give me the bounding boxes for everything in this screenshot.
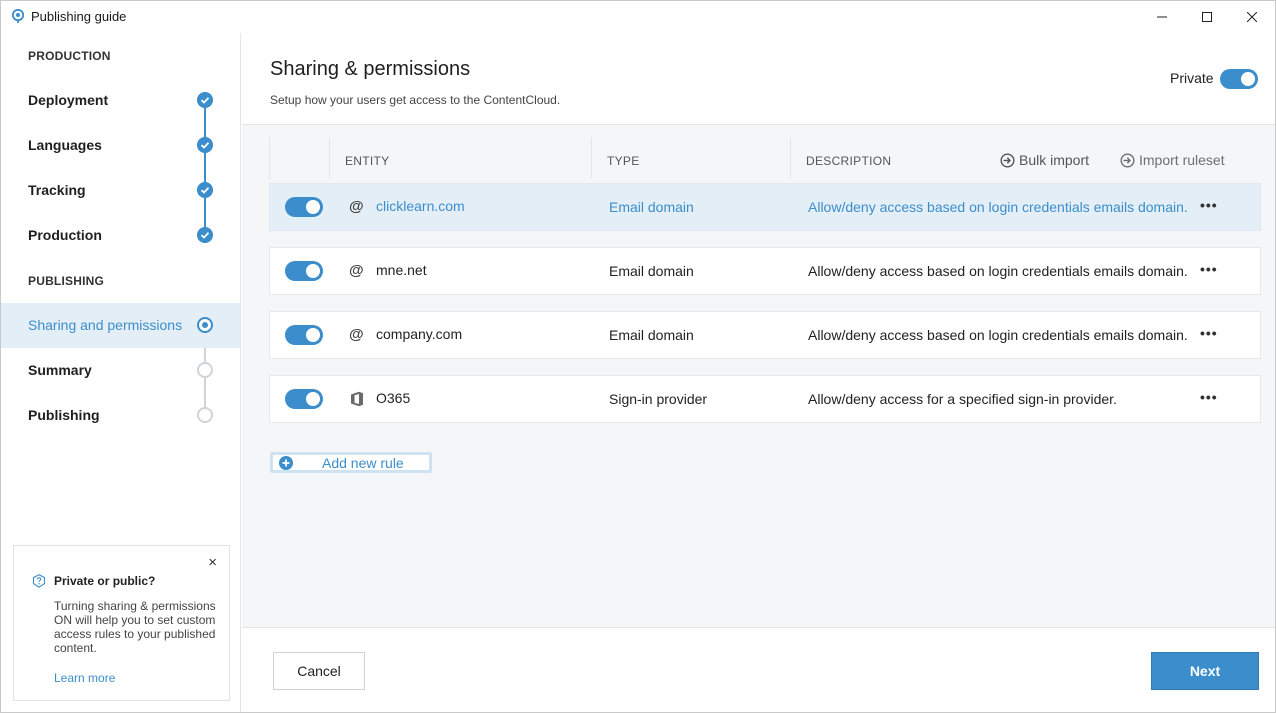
title-bar: Publishing guide (1, 1, 1275, 33)
section-label-publishing: PUBLISHING (28, 274, 105, 288)
more-options-icon[interactable]: ••• (1200, 389, 1218, 405)
rule-enabled-toggle[interactable] (285, 389, 323, 409)
next-button[interactable]: Next (1151, 652, 1259, 690)
at-icon: @ (349, 198, 364, 215)
import-icon (1120, 152, 1135, 168)
steps-sidebar: PRODUCTION Deployment Languages Tracking… (1, 33, 241, 712)
step-label: Sharing and permissions (28, 317, 183, 333)
import-ruleset-label: Import ruleset (1139, 152, 1225, 168)
page-title: Sharing & permissions (270, 58, 471, 80)
step-label: Production (28, 227, 102, 243)
app-logo-icon (11, 9, 25, 23)
help-shield-icon (32, 574, 46, 588)
current-step-icon (197, 317, 213, 333)
table-row[interactable]: O365 Sign-in provider Allow/deny access … (269, 375, 1261, 423)
step-production[interactable]: Production (1, 213, 240, 258)
add-new-rule-label: Add new rule (322, 455, 404, 471)
check-circle-icon (197, 137, 213, 153)
rule-description: Allow/deny access based on login credent… (808, 199, 1188, 215)
bulk-import-label: Bulk import (1019, 152, 1090, 168)
rule-enabled-toggle[interactable] (285, 325, 323, 345)
step-deployment[interactable]: Deployment (1, 78, 240, 123)
more-options-icon[interactable]: ••• (1200, 261, 1218, 277)
check-circle-icon (197, 182, 213, 198)
close-icon (1247, 12, 1257, 22)
more-options-icon[interactable]: ••• (1200, 325, 1218, 341)
at-icon: @ (349, 326, 364, 343)
table-row[interactable]: @ clicklearn.com Email domain Allow/deny… (269, 183, 1261, 231)
column-header-entity[interactable]: ENTITY (345, 154, 389, 168)
footer-bar: Cancel Next (242, 627, 1275, 712)
rule-description: Allow/deny access based on login credent… (808, 263, 1188, 279)
minimize-button[interactable] (1139, 1, 1185, 33)
rule-entity: mne.net (376, 262, 427, 278)
bulk-import-button[interactable]: Bulk import (1000, 152, 1089, 168)
step-sharing-and-permissions[interactable]: Sharing and permissions (1, 303, 240, 348)
step-label: Deployment (28, 92, 109, 108)
table-row[interactable]: @ mne.net Email domain Allow/deny access… (269, 247, 1261, 295)
private-toggle[interactable] (1220, 69, 1258, 89)
check-circle-icon (197, 92, 213, 108)
minimize-icon (1157, 16, 1167, 18)
main-panel: Sharing & permissions Setup how your use… (242, 33, 1275, 712)
column-header-type[interactable]: TYPE (607, 154, 640, 168)
rule-type: Sign-in provider (609, 391, 708, 407)
tip-title: Private or public? (54, 574, 156, 588)
private-label: Private (1170, 70, 1214, 86)
section-label-production: PRODUCTION (28, 49, 111, 63)
tip-box: × Private or public? Turning sharing & p… (13, 545, 230, 701)
learn-more-link[interactable]: Learn more (54, 671, 115, 685)
rule-type: Email domain (609, 199, 694, 215)
column-divider (790, 137, 791, 179)
publishing-guide-window: Publishing guide PRODUCTION Deployment L… (0, 0, 1276, 713)
tip-close-icon[interactable]: × (208, 554, 217, 571)
step-label: Tracking (28, 182, 86, 198)
rule-entity: clicklearn.com (376, 198, 465, 214)
rule-description: Allow/deny access based on login credent… (808, 327, 1188, 343)
column-divider (269, 137, 270, 179)
rule-entity: company.com (376, 326, 463, 342)
column-divider (329, 137, 330, 179)
rule-type: Email domain (609, 263, 694, 279)
step-languages[interactable]: Languages (1, 123, 240, 168)
add-new-rule-button[interactable]: Add new rule (270, 452, 432, 473)
pending-step-icon (197, 407, 213, 423)
plus-circle-icon (279, 456, 293, 470)
at-icon: @ (349, 262, 364, 279)
page-header: Sharing & permissions Setup how your use… (242, 33, 1275, 125)
check-circle-icon (197, 227, 213, 243)
rule-type: Email domain (609, 327, 694, 343)
maximize-button[interactable] (1184, 1, 1230, 33)
tip-body: Turning sharing & permissions ON will he… (54, 599, 216, 655)
step-tracking[interactable]: Tracking (1, 168, 240, 213)
rule-enabled-toggle[interactable] (285, 261, 323, 281)
step-label: Summary (28, 362, 92, 378)
step-summary[interactable]: Summary (1, 348, 240, 393)
rule-enabled-toggle[interactable] (285, 197, 323, 217)
column-divider (591, 137, 592, 179)
import-icon (1000, 152, 1015, 168)
more-options-icon[interactable]: ••• (1200, 197, 1218, 213)
step-publishing[interactable]: Publishing (1, 393, 240, 438)
column-header-description[interactable]: DESCRIPTION (806, 154, 891, 168)
window-title: Publishing guide (31, 9, 127, 24)
step-label: Languages (28, 137, 102, 153)
page-subtitle: Setup how your users get access to the C… (270, 93, 561, 107)
cancel-button[interactable]: Cancel (273, 652, 365, 690)
import-ruleset-button[interactable]: Import ruleset (1120, 152, 1225, 168)
close-window-button[interactable] (1229, 1, 1275, 33)
office-icon (351, 391, 363, 407)
table-row[interactable]: @ company.com Email domain Allow/deny ac… (269, 311, 1261, 359)
step-label: Publishing (28, 407, 100, 423)
maximize-icon (1202, 12, 1212, 22)
rule-entity: O365 (376, 390, 411, 406)
pending-step-icon (197, 362, 213, 378)
rule-description: Allow/deny access for a specified sign-i… (808, 391, 1117, 407)
